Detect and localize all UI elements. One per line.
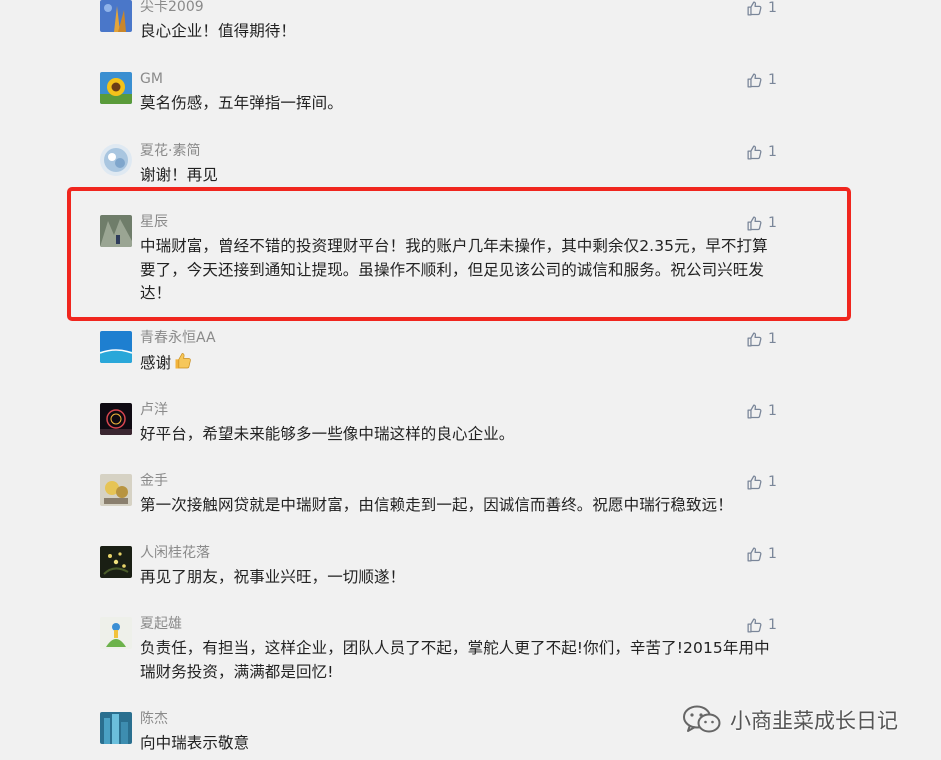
thumbs-up-icon	[747, 617, 762, 633]
like-button[interactable]: 1	[746, 330, 777, 348]
avatar[interactable]	[100, 617, 132, 649]
like-button[interactable]: 1	[746, 143, 777, 161]
thumbs-up-icon	[747, 72, 762, 88]
comment-nickname: 人闲桂花落	[140, 545, 210, 561]
avatar[interactable]	[100, 72, 132, 104]
comment-list: 尖卡2009 良心企业！值得期待！ 1 GM 莫名伤感，五年弹指一挥间。 1 夏…	[0, 0, 941, 760]
highlight-annotation-box	[67, 187, 851, 321]
comment-nickname: 夏花·素简	[140, 143, 201, 159]
like-button[interactable]: 1	[746, 0, 777, 17]
like-button[interactable]: 1	[746, 473, 777, 491]
watermark: 小商韭菜成长日记	[682, 704, 898, 736]
comment-text: 良心企业！值得期待！	[140, 22, 297, 40]
thumbs-up-icon	[747, 144, 762, 160]
avatar[interactable]	[100, 546, 132, 578]
comment-nickname: 夏起雄	[140, 616, 182, 632]
thumbs-up-emoji-icon	[173, 351, 193, 379]
like-count: 1	[768, 331, 777, 347]
avatar[interactable]	[100, 144, 132, 176]
comment-nickname: 尖卡2009	[140, 0, 204, 15]
like-button[interactable]: 1	[746, 616, 777, 634]
avatar[interactable]	[100, 712, 132, 744]
like-count: 1	[768, 546, 777, 562]
comment-nickname: 卢洋	[140, 402, 168, 418]
thumbs-up-icon	[747, 331, 762, 347]
comment-nickname: 陈杰	[140, 711, 168, 727]
thumbs-up-icon	[747, 403, 762, 419]
avatar[interactable]	[100, 331, 132, 363]
comment-text: 再见了朋友，祝事业兴旺，一切顺遂！	[140, 568, 406, 586]
comment-text: 负责任，有担当，这样企业，团队人员了不起，掌舵人更了不起!你们，辛苦了!2015…	[140, 639, 770, 681]
watermark-text: 小商韭菜成长日记	[730, 709, 898, 733]
comment-nickname: 金手	[140, 473, 168, 489]
like-button[interactable]: 1	[746, 402, 777, 420]
thumbs-up-icon	[747, 474, 762, 490]
avatar[interactable]	[100, 403, 132, 435]
comment-text: 第一次接触网贷就是中瑞财富，由信赖走到一起，因诚信而善终。祝愿中瑞行稳致远！	[140, 496, 733, 514]
comment-text: 莫名伤感，五年弹指一挥间。	[140, 94, 343, 112]
thumbs-up-icon	[747, 0, 762, 16]
comment-text: 向中瑞表示敬意	[140, 734, 250, 752]
like-count: 1	[768, 72, 777, 88]
comment-text: 感谢	[140, 351, 776, 379]
comment-text: 好平台，希望未来能够多一些像中瑞这样的良心企业。	[140, 425, 515, 443]
avatar[interactable]	[100, 474, 132, 506]
comment-nickname: 青春永恒AA	[140, 330, 216, 346]
wechat-logo-icon	[683, 705, 721, 733]
like-button[interactable]: 1	[746, 545, 777, 563]
like-count: 1	[768, 474, 777, 490]
like-count: 1	[768, 144, 777, 160]
like-count: 1	[768, 403, 777, 419]
like-button[interactable]: 1	[746, 71, 777, 89]
like-count: 1	[768, 617, 777, 633]
thumbs-up-icon	[747, 546, 762, 562]
comment-text: 谢谢！再见	[140, 166, 219, 184]
comment-text-content: 感谢	[140, 354, 172, 372]
like-count: 1	[768, 0, 777, 16]
avatar[interactable]	[100, 0, 132, 32]
comment-nickname: GM	[140, 71, 163, 87]
